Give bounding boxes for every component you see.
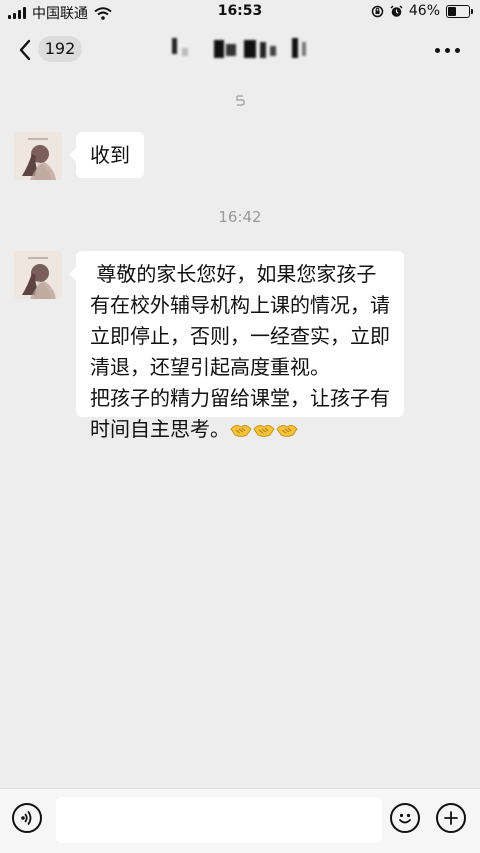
- voice-icon[interactable]: [12, 803, 42, 833]
- message-input[interactable]: [56, 797, 382, 843]
- partial-glyph-icon: [236, 95, 245, 106]
- handshake-emoji: [276, 425, 298, 437]
- message-text: 收到: [90, 143, 130, 167]
- handshake-emoji: [253, 425, 275, 437]
- message-line: 立即停止，否则，一经查实，立即: [90, 324, 390, 348]
- message-line: 清退，还望引起高度重视。: [90, 355, 330, 379]
- orientation-lock-icon: [371, 5, 384, 17]
- back-icon[interactable]: [16, 38, 36, 62]
- battery-fill: [448, 6, 457, 16]
- message-bubble[interactable]: 收到: [69, 132, 144, 178]
- message-line-with-emoji: 时间自主思考。: [90, 414, 394, 445]
- unread-count-badge[interactable]: 192: [38, 36, 82, 62]
- message-line: 尊敬的家长您好，如果您家孩子: [90, 262, 377, 286]
- battery-icon: [446, 4, 473, 18]
- chat-header: 192: [0, 24, 480, 76]
- plus-icon[interactable]: [436, 803, 466, 833]
- message-timestamp: 16:42: [218, 208, 262, 226]
- handshake-emoji: [230, 425, 252, 437]
- chat-title-obscured: [160, 36, 320, 62]
- more-icon[interactable]: [435, 48, 460, 53]
- alarm-icon: [390, 4, 403, 17]
- sender-avatar[interactable]: [14, 132, 62, 180]
- message-line: 把孩子的精力留给课堂，让孩子有: [90, 386, 390, 410]
- scroll-indicator: [235, 94, 245, 109]
- status-right: 46%: [371, 3, 473, 19]
- emoji-icon[interactable]: [390, 803, 420, 833]
- status-bar: 中国联通 16:53 46%: [0, 0, 480, 24]
- redacted-title-mark: [172, 38, 306, 58]
- message-line: 时间自主思考。: [90, 417, 230, 441]
- battery-percent: 46%: [408, 3, 440, 19]
- chat-input-bar: [0, 788, 480, 853]
- message-line: 有在校外辅导机构上课的情况，请: [90, 293, 390, 317]
- handshake-emoji-group: [230, 421, 298, 439]
- message-bubble[interactable]: 尊敬的家长您好，如果您家孩子 有在校外辅导机构上课的情况，请 立即停止，否则，一…: [69, 251, 404, 441]
- sender-avatar[interactable]: [14, 251, 62, 299]
